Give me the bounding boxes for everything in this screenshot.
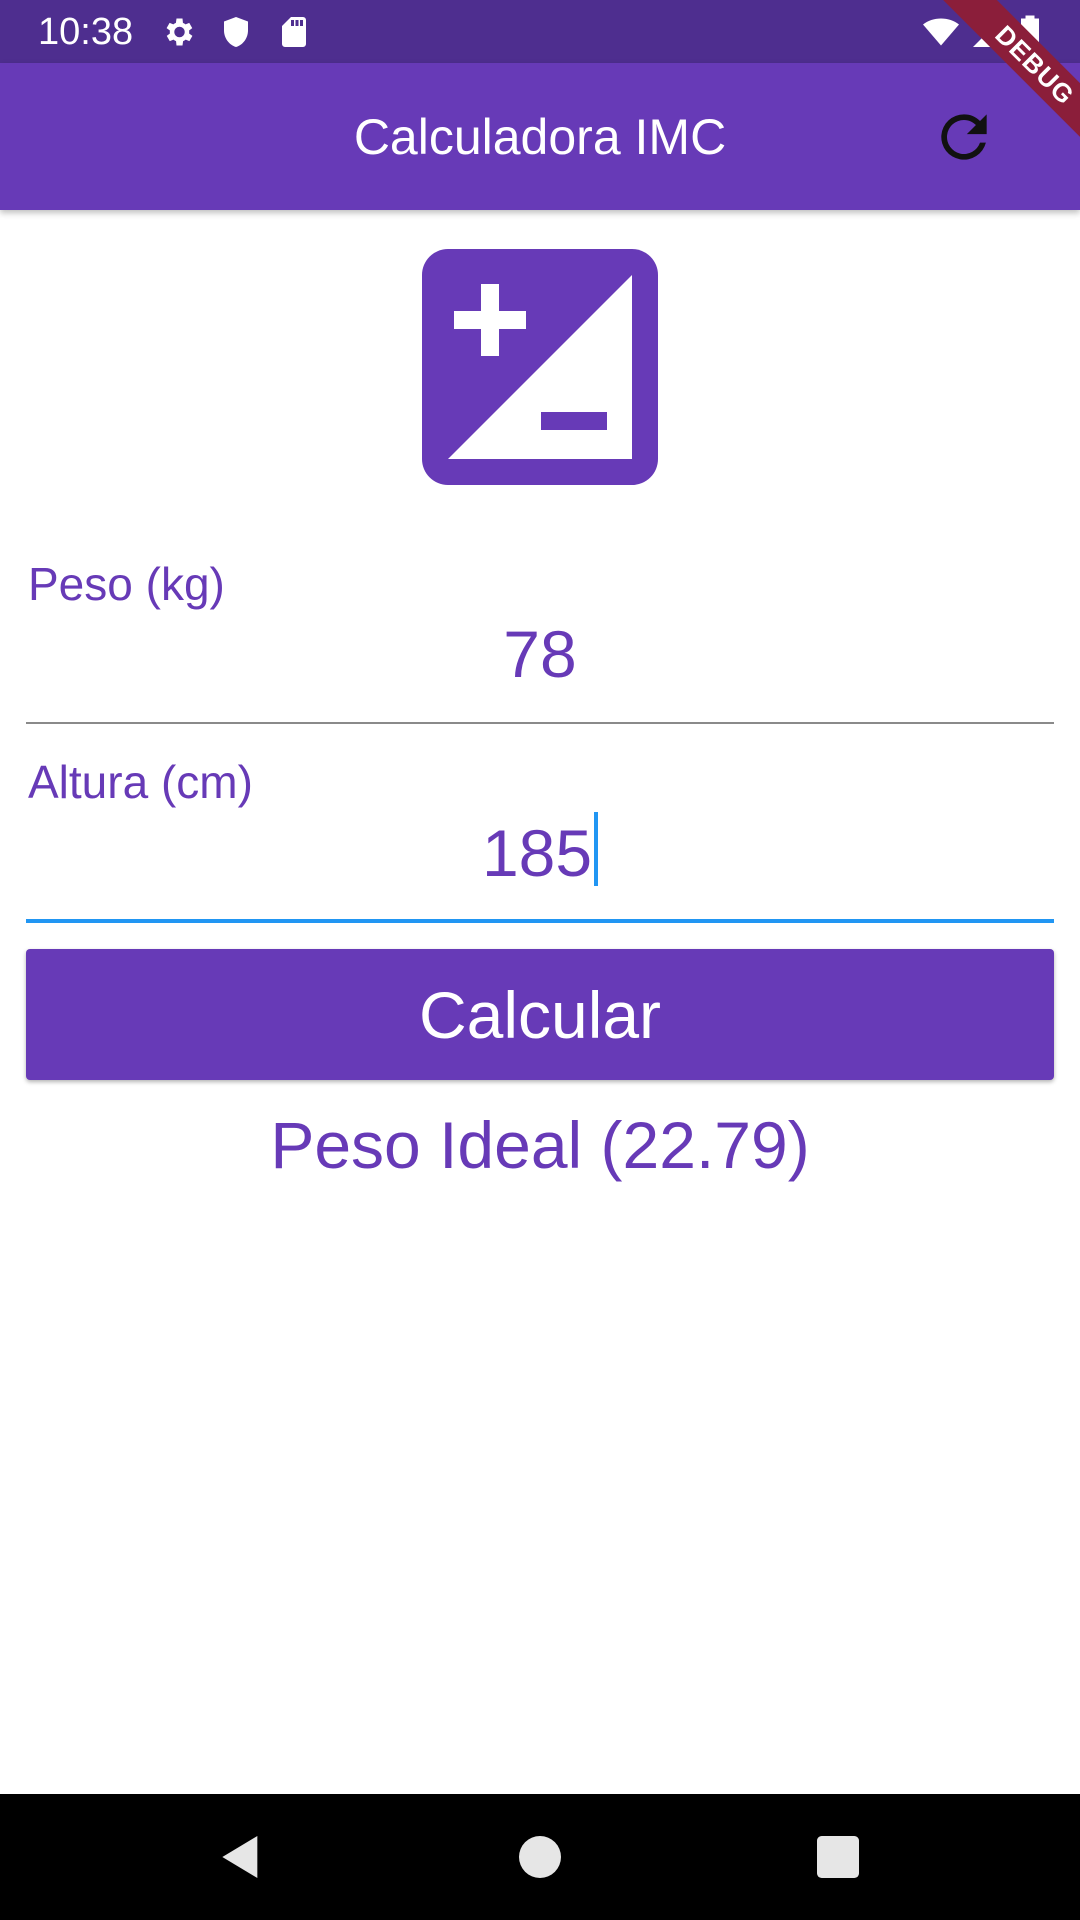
calculate-button[interactable]: Calcular <box>26 949 1054 1080</box>
result-text: Peso Ideal (22.79) <box>270 1108 810 1182</box>
home-icon[interactable] <box>512 1829 568 1885</box>
wifi-icon <box>923 18 959 46</box>
weight-label: Peso (kg) <box>28 558 225 610</box>
height-value: 185 <box>481 816 593 890</box>
shield-icon <box>224 17 248 47</box>
weight-underline <box>26 722 1054 724</box>
gear-icon <box>166 18 193 46</box>
height-underline-focused <box>26 919 1054 923</box>
navigation-bar <box>0 1794 1080 1920</box>
weight-input[interactable]: 78 <box>28 614 1052 694</box>
height-input[interactable]: 185 <box>28 812 1052 893</box>
status-bar: 10:38 <box>0 0 1080 63</box>
sd-card-icon <box>282 17 306 47</box>
plus-minus-exposure-icon <box>422 249 658 485</box>
recents-icon[interactable] <box>810 1829 866 1885</box>
status-time: 10:38 <box>38 11 134 53</box>
refresh-icon[interactable] <box>930 103 998 171</box>
app-bar: Calculadora IMC <box>0 63 1080 210</box>
text-caret <box>594 812 599 886</box>
height-label: Altura (cm) <box>28 756 253 808</box>
back-icon[interactable] <box>213 1829 269 1885</box>
app-title: Calculadora IMC <box>353 109 727 165</box>
